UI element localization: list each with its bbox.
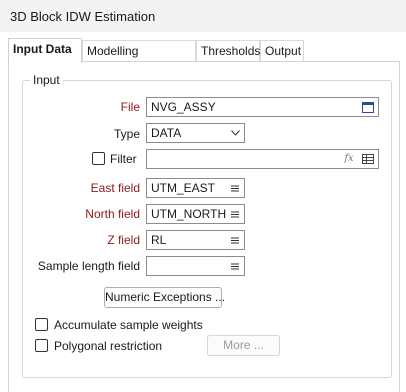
sample-length-field-input[interactable] xyxy=(146,256,245,276)
north-field-value: UTM_NORTH xyxy=(151,207,227,221)
tab-strip: Input Data Modelling Parameters Threshol… xyxy=(8,38,400,78)
function-expression-icon[interactable]: fx xyxy=(342,150,356,168)
north-field-input[interactable]: UTM_NORTH xyxy=(146,204,245,224)
filter-field[interactable]: fx xyxy=(146,149,379,169)
tab-output[interactable]: Output xyxy=(260,40,304,62)
browse-window-icon[interactable] xyxy=(361,98,375,116)
input-group-legend: Input xyxy=(30,73,63,87)
window-titlebar: 3D Block IDW Estimation xyxy=(0,0,406,32)
field-list-icon[interactable] xyxy=(230,257,240,275)
north-field-label: North field xyxy=(85,207,140,221)
sample-length-field-label: Sample length field xyxy=(37,259,140,273)
file-field[interactable]: NVG_ASSY xyxy=(146,97,379,117)
file-value: NVG_ASSY xyxy=(151,100,216,114)
chevron-down-icon xyxy=(230,124,240,142)
type-value: DATA xyxy=(151,126,182,140)
z-field-label: Z field xyxy=(107,233,140,247)
more-button[interactable]: More ... xyxy=(207,335,280,356)
filter-label: Filter xyxy=(110,152,137,166)
file-label: File xyxy=(120,100,140,114)
tab-input-data[interactable]: Input Data xyxy=(8,38,82,63)
east-field-input[interactable]: UTM_EAST xyxy=(146,178,245,198)
window-title: 3D Block IDW Estimation xyxy=(10,9,156,24)
accumulate-sample-weights-checkbox[interactable] xyxy=(35,318,48,331)
field-list-icon[interactable] xyxy=(230,205,240,223)
polygonal-restriction-label: Polygonal restriction xyxy=(54,339,163,353)
field-list-icon[interactable] xyxy=(230,179,240,197)
accumulate-sample-weights-label: Accumulate sample weights xyxy=(54,318,203,332)
table-icon[interactable] xyxy=(361,150,375,168)
numeric-exceptions-button[interactable]: Numeric Exceptions ... xyxy=(104,287,225,308)
east-field-label: East field xyxy=(90,181,140,195)
z-field-value: RL xyxy=(151,233,167,247)
type-label: Type xyxy=(113,127,140,141)
field-list-icon[interactable] xyxy=(230,231,240,249)
type-select[interactable]: DATA xyxy=(146,123,245,143)
z-field-input[interactable]: RL xyxy=(146,230,245,250)
tab-modelling-parameters[interactable]: Modelling Parameters xyxy=(82,40,196,78)
tab-thresholds[interactable]: Thresholds xyxy=(196,40,260,62)
polygonal-restriction-checkbox[interactable] xyxy=(35,339,48,352)
filter-checkbox[interactable] xyxy=(92,152,105,165)
east-field-value: UTM_EAST xyxy=(151,181,216,195)
